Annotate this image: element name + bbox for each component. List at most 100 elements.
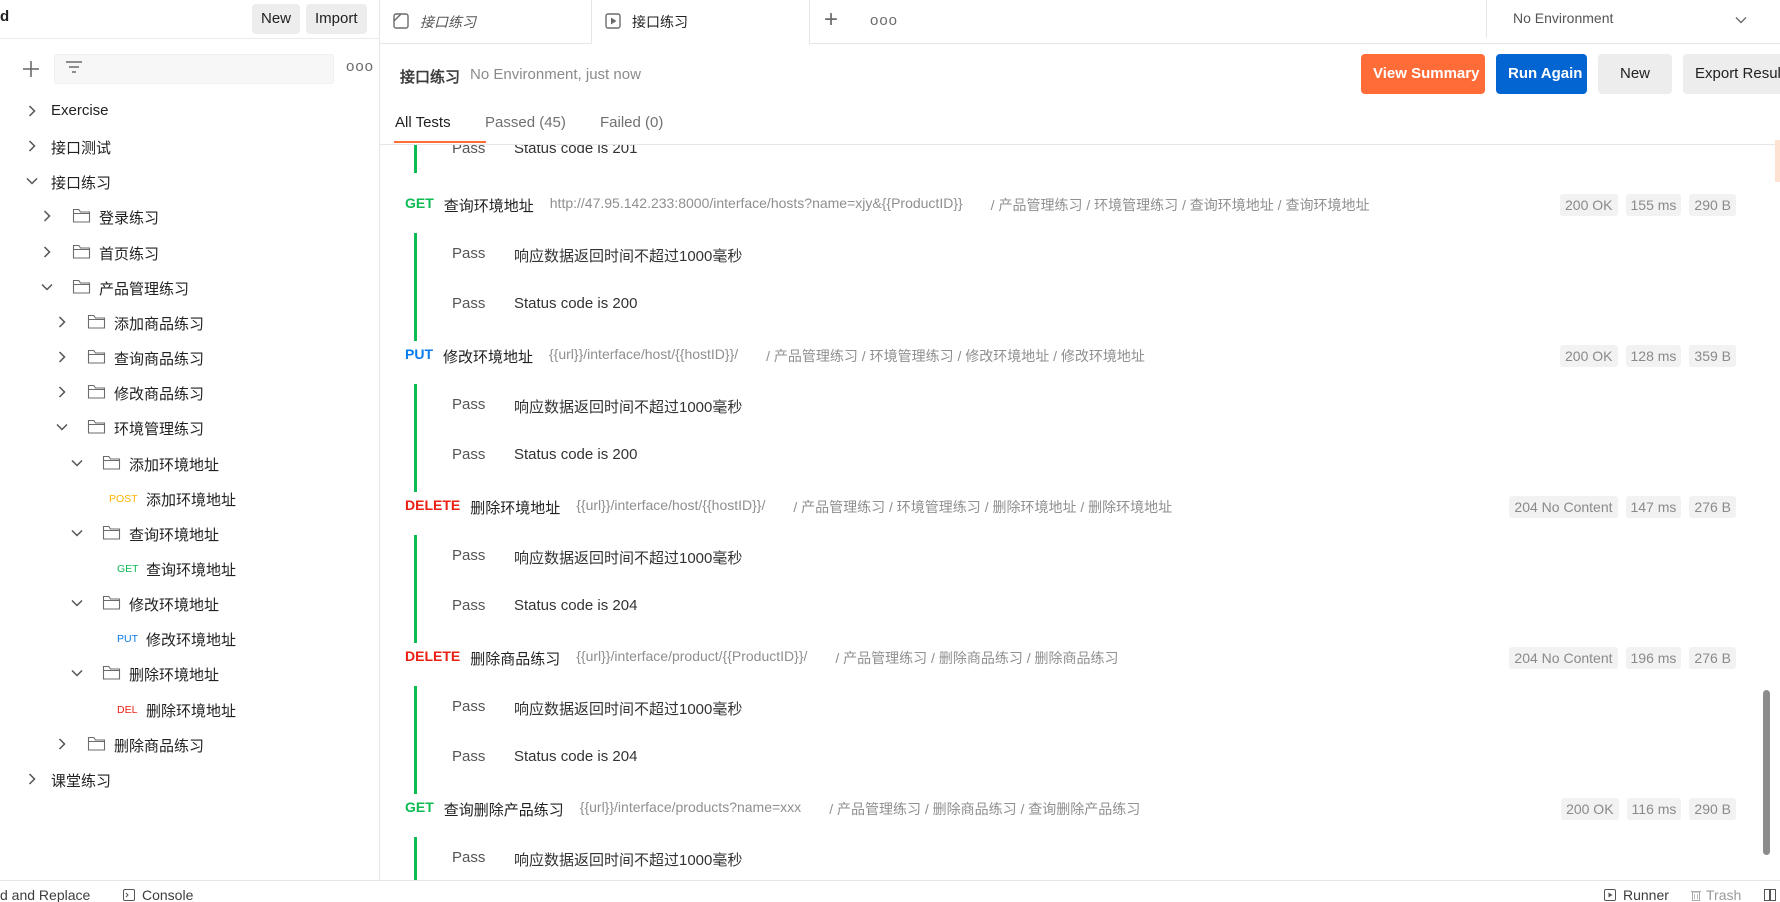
tree-item-label: 查询环境地址: [129, 526, 220, 544]
test-name: Status code is 204: [514, 748, 638, 765]
tree-item-label: 首页练习: [99, 245, 160, 263]
request-item[interactable]: DEL 删除环境地址: [0, 693, 378, 725]
chevron-right-icon[interactable]: [25, 139, 39, 153]
folder-item[interactable]: 查询商品练习: [0, 341, 378, 373]
method-badge: POST: [109, 492, 138, 505]
request-path: / 产品管理练习 / 环境管理练习 / 删除环境地址 / 删除环境地址: [793, 499, 1173, 515]
import-button[interactable]: Import: [306, 4, 367, 34]
chevron-right-icon[interactable]: [25, 104, 39, 118]
test-result-row: Pass Status code is 204: [380, 746, 1280, 770]
request-name: 查询环境地址: [443, 198, 534, 215]
response-time-badge: 155 ms: [1625, 194, 1682, 216]
sidebar-header: d New Import: [0, 0, 380, 39]
chevron-right-icon[interactable]: [40, 209, 54, 223]
chevron-down-icon[interactable]: [70, 456, 84, 470]
new-button[interactable]: New: [252, 4, 301, 34]
tree-item-label: 课堂练习: [51, 772, 112, 790]
request-name: 修改环境地址: [443, 349, 534, 366]
test-status: Pass: [452, 849, 486, 866]
collection-item[interactable]: Exercise: [0, 95, 378, 127]
collection-item[interactable]: 课堂练习: [0, 763, 378, 795]
layout-icon[interactable]: [1764, 889, 1776, 901]
chevron-right-icon[interactable]: [55, 737, 69, 751]
folder-icon: [87, 420, 106, 434]
method-badge: PUT: [117, 633, 138, 646]
test-result-row: Pass 响应数据返回时间不超过1000毫秒: [380, 243, 1280, 267]
request-result-row[interactable]: GET 查询删除产品练习 {{url}}/interface/products?na…: [380, 794, 1740, 822]
status-badge: 200 OK: [1560, 194, 1618, 216]
request-result-row[interactable]: DELETE 删除环境地址 {{url}}/interface/host/{{hos…: [380, 492, 1740, 520]
more-options-icon[interactable]: ooo: [346, 58, 374, 75]
request-result-row[interactable]: DELETE 删除商品练习 {{url}}/interface/product/{{…: [380, 643, 1740, 671]
plus-icon[interactable]: [20, 58, 42, 80]
test-name: 响应数据返回时间不超过1000毫秒: [514, 550, 743, 567]
tab-more-icon[interactable]: ooo: [870, 12, 898, 29]
new-tab-icon[interactable]: +: [824, 6, 838, 34]
environment-selector[interactable]: No Environment: [1486, 0, 1780, 38]
chevron-down-icon[interactable]: [70, 596, 84, 610]
folder-item[interactable]: 添加商品练习: [0, 306, 378, 338]
tab-passed[interactable]: Passed (45): [485, 114, 566, 131]
method-label: DELETE: [405, 497, 461, 513]
view-summary-button[interactable]: View Summary: [1361, 54, 1485, 94]
folder-item[interactable]: 修改环境地址: [0, 587, 378, 619]
filter-icon[interactable]: [64, 59, 84, 77]
run-header: 接口练习 No Environment, just now View Summa…: [380, 44, 1780, 144]
request-item[interactable]: POST 添加环境地址: [0, 482, 378, 514]
new-run-button[interactable]: New: [1598, 54, 1672, 94]
folder-item[interactable]: 首页练习: [0, 236, 378, 268]
test-status: Pass: [452, 396, 486, 413]
folder-item[interactable]: 删除商品练习: [0, 728, 378, 760]
search-box[interactable]: [54, 54, 334, 84]
trash-button[interactable]: Trash: [1706, 887, 1741, 902]
tree-item-label: 查询商品练习: [114, 351, 205, 369]
chevron-down-icon[interactable]: [70, 666, 84, 680]
tab-failed[interactable]: Failed (0): [600, 114, 663, 131]
chevron-down-icon[interactable]: [25, 174, 39, 188]
request-result-row[interactable]: PUT 修改环境地址 {{url}}/interface/host/{{hostID…: [380, 341, 1740, 369]
request-item[interactable]: PUT 修改环境地址: [0, 622, 378, 654]
tree-item-label: 登录练习: [99, 210, 160, 228]
folder-item[interactable]: 登录练习: [0, 200, 378, 232]
tab-runner[interactable]: 接口练习: [592, 0, 810, 45]
folder-item[interactable]: 查询环境地址: [0, 517, 378, 549]
folder-item[interactable]: 添加环境地址: [0, 447, 378, 479]
trash-icon: [1691, 891, 1701, 901]
collection-item[interactable]: 接口练习: [0, 165, 378, 197]
folder-item[interactable]: 环境管理练习: [0, 411, 378, 443]
test-result-row: Pass Status code is 200: [380, 293, 1280, 317]
test-result-row: Pass 响应数据返回时间不超过1000毫秒: [380, 394, 1280, 418]
folder-icon: [87, 349, 106, 364]
sidebar: d New Import ooo Exercise 接口测试 接口练习登录练习首页练…: [0, 0, 380, 880]
chevron-down-icon[interactable]: [55, 420, 69, 434]
chevron-right-icon[interactable]: [55, 385, 69, 399]
active-tab-indicator: [394, 141, 486, 143]
chevron-down-icon[interactable]: [40, 280, 54, 294]
request-item[interactable]: GET 查询环境地址: [0, 552, 378, 584]
tab-all-tests[interactable]: All Tests: [395, 114, 451, 131]
run-again-button[interactable]: Run Again: [1496, 54, 1587, 94]
scrollbar-thumb[interactable]: [1763, 690, 1770, 855]
chevron-down-icon[interactable]: [70, 526, 84, 540]
tab-collection[interactable]: 接口练习: [380, 0, 592, 44]
search-input[interactable]: [99, 59, 319, 79]
request-path: / 产品管理练习 / 环境管理练习 / 查询环境地址 / 查询环境地址: [990, 197, 1370, 213]
console-button[interactable]: Console: [142, 887, 193, 902]
collection-item[interactable]: 接口测试: [0, 130, 378, 162]
folder-item[interactable]: 产品管理练习: [0, 271, 378, 303]
tree-item-label: 删除商品练习: [114, 737, 205, 755]
export-results-button[interactable]: Export Results: [1683, 54, 1780, 94]
request-result-row[interactable]: GET 查询环境地址 http://47.95.142.233:8000/inter…: [380, 190, 1740, 218]
folder-item[interactable]: 删除环境地址: [0, 657, 378, 689]
chevron-right-icon[interactable]: [40, 245, 54, 259]
tree-item-label: 修改环境地址: [146, 632, 237, 650]
runner-button[interactable]: Runner: [1623, 887, 1669, 902]
chevron-right-icon[interactable]: [25, 772, 39, 786]
request-path: / 产品管理练习 / 删除商品练习 / 删除商品练习: [835, 650, 1119, 666]
chevron-right-icon[interactable]: [55, 315, 69, 329]
chevron-right-icon[interactable]: [55, 350, 69, 364]
find-replace-button[interactable]: d and Replace: [0, 887, 90, 902]
folder-item[interactable]: 修改商品练习: [0, 376, 378, 408]
response-size-badge: 276 B: [1689, 496, 1736, 518]
tab-label: 接口练习: [632, 14, 688, 30]
